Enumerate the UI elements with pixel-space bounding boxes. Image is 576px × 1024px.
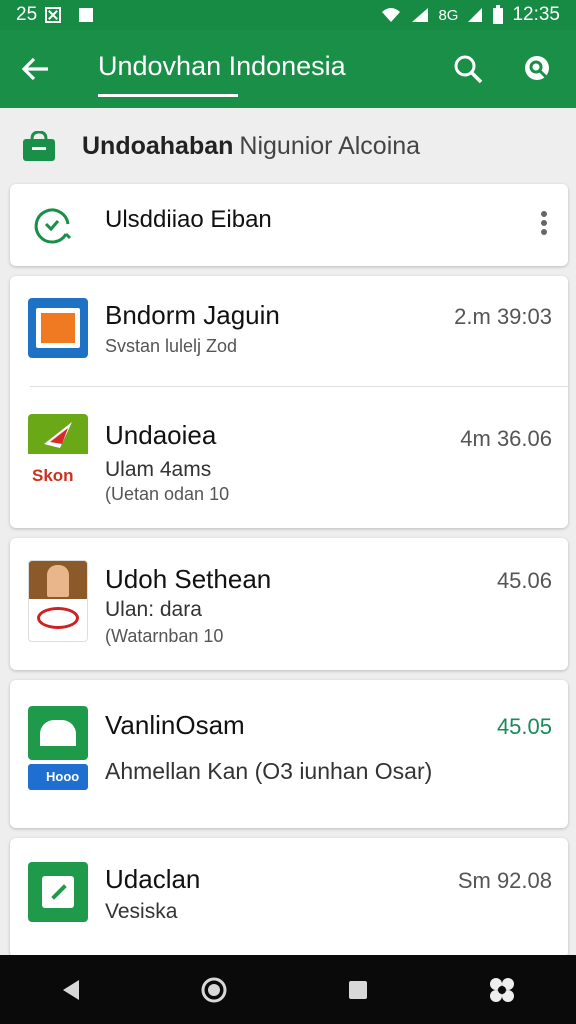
app-icon-label: Skon <box>32 466 74 485</box>
account-search-icon <box>525 56 549 80</box>
item-title: Undaoiea <box>105 420 217 450</box>
list-item[interactable]: Udaclan Vesiska Sm 92.08 <box>10 838 568 958</box>
nav-back-icon[interactable] <box>59 978 83 1002</box>
nav-assistant-icon[interactable] <box>487 975 517 1005</box>
title-underline <box>98 94 238 97</box>
item-time: 2.m 39:03 <box>454 304 552 329</box>
section-title-rest: Nigunior Alcoina <box>239 131 421 160</box>
item-subtitle: Ahmellan Kan (O3 iunhan Osar) <box>105 758 433 784</box>
system-nav-bar <box>0 955 576 1024</box>
signal-icon <box>412 8 429 22</box>
list-item[interactable]: Bndorm Jaguin Svstan lulelj Zod 2.m 39:0… <box>10 276 568 386</box>
item-time: 4m 36.06 <box>460 426 552 451</box>
notification-icon <box>45 7 62 23</box>
store-bag-icon <box>23 131 55 161</box>
back-button[interactable] <box>0 30 72 108</box>
item-title: Udoh Sethean <box>105 564 272 594</box>
item-detail: (Uetan odan 10 <box>105 484 230 504</box>
back-arrow-icon <box>22 57 48 81</box>
battery-icon <box>493 5 504 24</box>
list-item[interactable]: Skon Undaoiea Ulam 4ams (Uetan odan 10 4… <box>10 388 568 528</box>
status-bar: 25 8G 12:35 <box>0 0 576 30</box>
card-downloads-3: Hooo VanlinOsam Ahmellan Kan (O3 iunhan … <box>10 680 568 828</box>
app-icon <box>28 862 88 922</box>
section-header: Undoahaban Nigunior Alcoina <box>0 118 576 174</box>
more-options-icon[interactable] <box>540 210 548 236</box>
card-downloads-2: Udoh Sethean Ulan: dara (Watarnban 10 45… <box>10 538 568 670</box>
item-title: Bndorm Jaguin <box>105 300 280 330</box>
account-search-button[interactable] <box>518 49 558 89</box>
flag-icon <box>44 422 72 448</box>
status-time-right: 12:35 <box>512 4 560 25</box>
network-label: 8G <box>438 6 459 24</box>
item-subtitle: Ulan: dara <box>105 598 202 621</box>
card-header-label: Ulsddiiao Eiban <box>105 206 272 233</box>
app-icon-label: Hooo <box>46 769 80 784</box>
divider <box>30 386 568 387</box>
item-detail: (Watarnban 10 <box>105 626 224 646</box>
notification-square-icon <box>79 8 94 22</box>
item-subtitle: Ulam 4ams <box>105 458 212 481</box>
card-downloads-4: Udaclan Vesiska Sm 92.08 <box>10 838 568 958</box>
signal-icon-2 <box>468 8 483 22</box>
item-time: Sm 92.08 <box>457 868 552 893</box>
app-icon <box>28 560 88 642</box>
card-recent[interactable]: Ulsddiiao Eiban <box>10 184 568 266</box>
item-time: 45.05 <box>496 714 552 739</box>
app-icon <box>28 298 88 358</box>
clock-icon <box>34 208 72 244</box>
page-title: Undovhan Indonesia <box>98 50 346 81</box>
wifi-icon <box>382 8 401 22</box>
item-subtitle: Vesiska <box>105 900 178 923</box>
section-title-bold: Undoahaban <box>82 131 234 160</box>
list-item[interactable]: Hooo VanlinOsam Ahmellan Kan (O3 iunhan … <box>10 680 568 828</box>
search-icon <box>454 55 483 84</box>
app-bar: Undovhan Indonesia <box>0 30 576 108</box>
status-time-left: 25 <box>16 4 38 25</box>
nav-recents-icon[interactable] <box>346 978 370 1002</box>
search-button[interactable] <box>448 49 488 89</box>
item-time: 45.06 <box>496 568 552 593</box>
app-icon: Hooo <box>28 706 88 792</box>
item-subtitle: Svstan lulelj Zod <box>105 336 238 356</box>
list-item[interactable]: Udoh Sethean Ulan: dara (Watarnban 10 45… <box>10 538 568 670</box>
nav-home-icon[interactable] <box>200 976 228 1004</box>
app-icon: Skon <box>28 414 88 500</box>
item-title: VanlinOsam <box>105 710 245 740</box>
item-title: Udaclan <box>105 864 201 894</box>
card-downloads-1: Bndorm Jaguin Svstan lulelj Zod 2.m 39:0… <box>10 276 568 528</box>
